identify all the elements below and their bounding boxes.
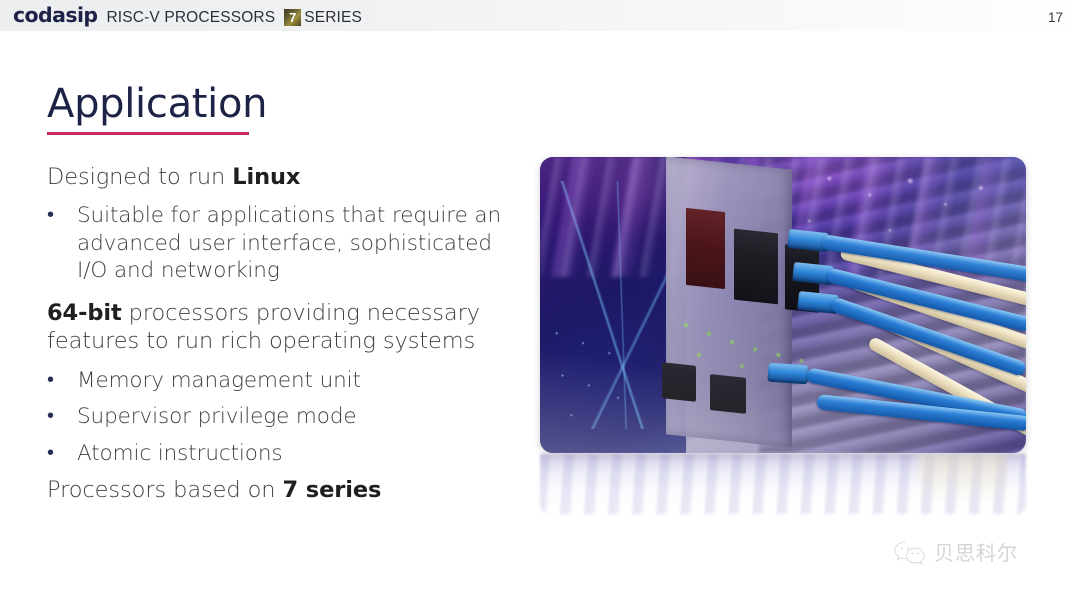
- photo-canvas: [540, 157, 1026, 453]
- list-item: • Suitable for applications that require…: [47, 202, 512, 285]
- watermark: 贝思科尔: [893, 540, 1018, 566]
- series-word-label: SERIES: [304, 8, 362, 26]
- bullet-group-2: • Memory management unit • Supervisor pr…: [47, 367, 512, 468]
- lead-line-7series-emphasis: 7 series: [282, 477, 382, 504]
- codasip-logo: codasip: [13, 3, 98, 27]
- bullet-dot-icon: •: [47, 405, 55, 428]
- bullet-group-1: • Suitable for applications that require…: [47, 202, 512, 285]
- lead-line-7series-prefix: Processors based on: [47, 477, 283, 504]
- list-item: • Supervisor privilege mode: [47, 403, 512, 431]
- brand-lockup: codasip RISC-V PROCESSORS 7 SERIES: [13, 5, 362, 26]
- list-item-label: Suitable for applications that require a…: [77, 203, 502, 284]
- body-content: Designed to run Linux • Suitable for app…: [47, 163, 512, 504]
- title-underline-rule: [47, 132, 249, 135]
- rj45-connector: [767, 362, 810, 385]
- port-block-left: [661, 362, 696, 402]
- product-label: RISC-V PROCESSORS: [106, 9, 276, 26]
- list-item-label: Memory management unit: [77, 367, 361, 393]
- watermark-text: 贝思科尔: [934, 541, 1018, 565]
- list-item: • Memory management unit: [47, 367, 512, 395]
- page-number: 17: [1047, 10, 1063, 25]
- module-black-upper: [734, 228, 779, 305]
- series-number-badge: 7: [284, 9, 302, 26]
- lead-line-linux-emphasis: Linux: [232, 164, 301, 190]
- lead-line-linux-prefix: Designed to run: [47, 164, 233, 190]
- port-block-right: [710, 374, 747, 414]
- page-title: Application: [47, 81, 268, 127]
- slide-title-block: Application: [47, 81, 268, 135]
- lead-line-64bit: 64-bit processors providing necessary fe…: [47, 299, 512, 356]
- header-bar: codasip RISC-V PROCESSORS 7 SERIES 17: [0, 0, 1080, 31]
- list-item-label: Atomic instructions: [77, 440, 283, 466]
- bullet-dot-icon: •: [47, 441, 55, 464]
- module-red: [685, 208, 725, 290]
- lead-line-linux: Designed to run Linux: [47, 163, 512, 191]
- bullet-dot-icon: •: [47, 368, 55, 391]
- list-item: • Atomic instructions: [47, 440, 512, 468]
- list-item-label: Supervisor privilege mode: [77, 404, 357, 430]
- bullet-dot-icon: •: [47, 204, 55, 227]
- lead-line-64bit-emphasis: 64-bit: [47, 299, 122, 326]
- series-badge: 7 SERIES: [284, 9, 362, 26]
- wechat-icon: [894, 541, 925, 566]
- lead-line-7series: Processors based on 7 series: [47, 476, 512, 504]
- reflection-cream-highlight: [919, 454, 1007, 514]
- photo-reflection: [540, 454, 1026, 514]
- network-switch-photo: [540, 157, 1026, 453]
